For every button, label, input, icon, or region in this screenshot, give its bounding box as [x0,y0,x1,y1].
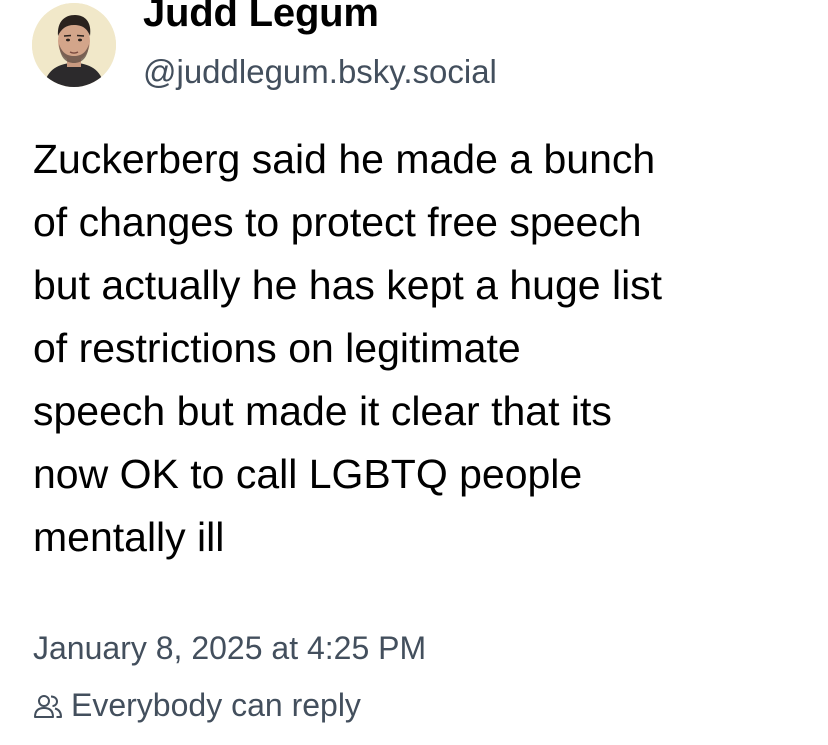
post-text-line: Zuckerberg said he made a bunch [33,136,656,182]
post-text-line: now OK to call LGBTQ people [33,451,583,497]
post-text-line: but actually he has kept a huge list [33,262,663,308]
post-body: Zuckerberg said he made a bunch of chang… [33,128,823,569]
author-display-name[interactable]: Judd Legum [143,0,379,36]
avatar[interactable] [32,3,116,87]
reply-setting: Everybody can reply [33,687,361,724]
post-text-line: of changes to protect free speech [33,199,642,245]
profile-photo-icon [32,3,116,87]
post-text-line: speech but made it clear that its [33,388,612,434]
post-timestamp[interactable]: January 8, 2025 at 4:25 PM [33,630,426,667]
post-text-line: of restrictions on legitimate [33,325,521,371]
author-handle[interactable]: @juddlegum.bsky.social [143,53,497,91]
people-icon [34,694,62,718]
reply-setting-label: Everybody can reply [71,687,361,723]
post-text-line: mentally ill [33,514,225,560]
post-thread-item: Judd Legum @juddlegum.bsky.social Zucker… [0,0,828,745]
